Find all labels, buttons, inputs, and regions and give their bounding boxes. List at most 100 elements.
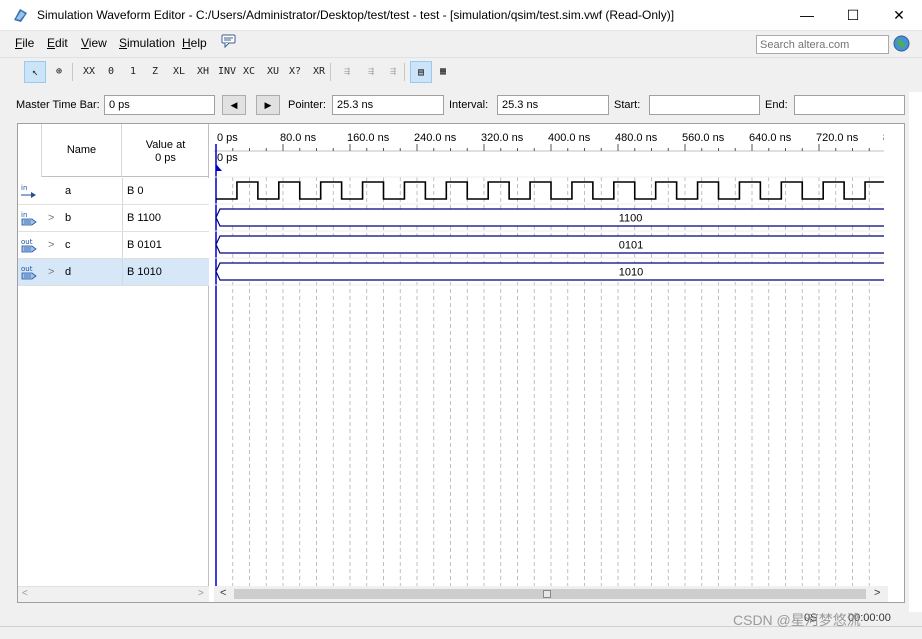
interval-label: Interval:	[449, 99, 489, 111]
bus-waveform-c	[215, 235, 884, 254]
signal-value: B 1010	[122, 259, 209, 285]
search-input[interactable]	[756, 35, 889, 54]
input-pin-icon: in	[21, 184, 36, 198]
close-button[interactable]: ✕	[876, 0, 922, 31]
count-value-button[interactable]: XC	[238, 61, 260, 83]
output-pin-icon: out	[21, 238, 37, 253]
window-title: Simulation Waveform Editor - C:/Users/Ad…	[37, 8, 675, 22]
expand-chevron-icon[interactable]: >	[48, 266, 54, 278]
ruler-tick-label: 560.0 ns	[682, 132, 725, 144]
dont-care-button[interactable]: X?	[284, 61, 306, 83]
toolbar-separator	[330, 63, 331, 81]
waveform-view-button[interactable]: ▤	[410, 61, 432, 83]
signal-name-pane: Name Value at 0 ps in a B 0 in > b B 1100 out > c…	[18, 124, 209, 586]
waveform-horizontal-scrollbar[interactable]: < >	[214, 586, 888, 602]
ruler-tick-label: 720.0 ns	[816, 132, 859, 144]
signal-name: b	[65, 212, 72, 224]
bus-waveform-b	[215, 208, 884, 227]
signal-value: B 1100	[122, 205, 209, 231]
toolbar-separator	[72, 63, 73, 81]
toolbar: ↖ ⊕ XX 0 1 Z XL XH INV XC XU X? XR ⇶ ⇶ ⇶ ▤ ▦	[0, 57, 922, 85]
cursor-label: 0 ps	[217, 152, 238, 164]
weak-unknown-button[interactable]: XU	[262, 61, 284, 83]
selection-tool[interactable]: ↖	[24, 61, 46, 83]
signal-row-c[interactable]: out > c B 0101	[18, 232, 209, 259]
ruler-tick-label: 400.0 ns	[548, 132, 591, 144]
waveform-app-icon	[14, 9, 27, 22]
ruler-tick-label: 320.0 ns	[481, 132, 524, 144]
master-time-bar-field[interactable]: 0 ps	[104, 95, 215, 115]
signal-name: d	[65, 266, 72, 278]
menu-help[interactable]: Help	[182, 36, 207, 50]
svg-text:out: out	[21, 265, 33, 273]
input-pin-icon: in	[21, 211, 37, 226]
wave-scroll-left-arrow-icon[interactable]: <	[220, 587, 226, 599]
watermark: CSDN @星河梦悠流	[733, 612, 861, 628]
waveform-pane[interactable]: 0 ps 80.0 ns 160.0 ns 240.0 ns 320.0 ns 400.0…	[214, 124, 904, 602]
menu-edit[interactable]: Edit	[47, 36, 68, 50]
forcing-high-button[interactable]: 1	[122, 61, 144, 83]
invert-button[interactable]: INV	[216, 61, 238, 83]
globe-icon[interactable]	[893, 35, 910, 52]
scroll-grip[interactable]	[543, 590, 551, 598]
ruler-tick-label: 640.0 ns	[749, 132, 792, 144]
title-bar: Simulation Waveform Editor - C:/Users/Ad…	[0, 0, 922, 31]
high-impedance-button[interactable]: Z	[144, 61, 166, 83]
ruler-tick-label: 240.0 ns	[414, 132, 457, 144]
ruler-tick-label: 80.0 ns	[280, 132, 317, 144]
bus-waveform-d	[215, 262, 884, 281]
help-chat-icon[interactable]	[221, 34, 237, 48]
signal-name: a	[65, 185, 72, 197]
value-header-line1: Value at	[145, 139, 186, 151]
expand-chevron-icon[interactable]: >	[48, 212, 54, 224]
wave-scroll-right-arrow-icon[interactable]: >	[874, 587, 880, 599]
svg-text:in: in	[21, 211, 27, 219]
forcing-low-button[interactable]: 0	[100, 61, 122, 83]
toolbar-separator	[404, 63, 405, 81]
run-functional-simulation-button[interactable]: ⇶	[336, 61, 358, 83]
expand-chevron-icon[interactable]: >	[48, 239, 54, 251]
menu-simulation[interactable]: Simulation	[119, 36, 175, 50]
end-label: End:	[765, 99, 788, 111]
svg-text:in: in	[21, 184, 27, 192]
grid-view-button[interactable]: ▦	[432, 61, 454, 83]
generate-netlist-button[interactable]: ⇶	[382, 61, 404, 83]
start-field[interactable]	[649, 95, 760, 115]
value-header-line2: 0 ps	[155, 152, 176, 164]
minimize-button[interactable]: —	[784, 0, 830, 31]
cursor-marker	[216, 164, 222, 171]
maximize-button[interactable]: ☐	[830, 0, 876, 31]
scroll-left-arrow-icon[interactable]: <	[22, 588, 28, 599]
name-column-header[interactable]: Name	[42, 124, 122, 177]
icon-column-header	[18, 124, 42, 177]
scroll-right-arrow-icon[interactable]: >	[198, 588, 204, 599]
simulation-waveform-editor-window: Simulation Waveform Editor - C:/Users/Ad…	[0, 0, 922, 639]
ruler-tick-label: 0 ps	[217, 132, 238, 144]
pointer-field[interactable]: 25.3 ns	[332, 95, 444, 115]
previous-transition-button[interactable]: ◀	[222, 95, 246, 115]
end-field[interactable]	[794, 95, 905, 115]
ruler-tick-label: 160.0 ns	[347, 132, 390, 144]
interval-field[interactable]: 25.3 ns	[497, 95, 609, 115]
zoom-tool[interactable]: ⊕	[48, 61, 70, 83]
output-pin-icon: out	[21, 265, 37, 280]
signal-name: c	[65, 239, 71, 251]
signal-value: B 0101	[122, 232, 209, 258]
time-bar: Master Time Bar: 0 ps ◀ ▶ Pointer: 25.3 …	[0, 92, 922, 118]
value-column-header[interactable]: Value at 0 ps	[122, 124, 209, 177]
random-values-button[interactable]: XR	[308, 61, 330, 83]
pointer-label: Pointer:	[288, 99, 326, 111]
waveform-canvas[interactable]: 0 ps 80.0 ns 160.0 ns 240.0 ns 320.0 ns 400.0…	[214, 124, 884, 586]
signal-row-d[interactable]: out > d B 1010	[18, 259, 209, 286]
name-pane-scrollbar[interactable]: < >	[18, 586, 209, 602]
signal-row-a[interactable]: in a B 0	[18, 178, 209, 205]
menu-file[interactable]: File	[15, 36, 34, 50]
weak-low-button[interactable]: XL	[168, 61, 190, 83]
menu-view[interactable]: View	[81, 36, 107, 50]
forcing-unknown-button[interactable]: XX	[78, 61, 100, 83]
run-timing-simulation-button[interactable]: ⇶	[360, 61, 382, 83]
next-transition-button[interactable]: ▶	[256, 95, 280, 115]
weak-high-button[interactable]: XH	[192, 61, 214, 83]
signal-row-b[interactable]: in > b B 1100	[18, 205, 209, 232]
ruler-tick-label: 480.0 ns	[615, 132, 658, 144]
